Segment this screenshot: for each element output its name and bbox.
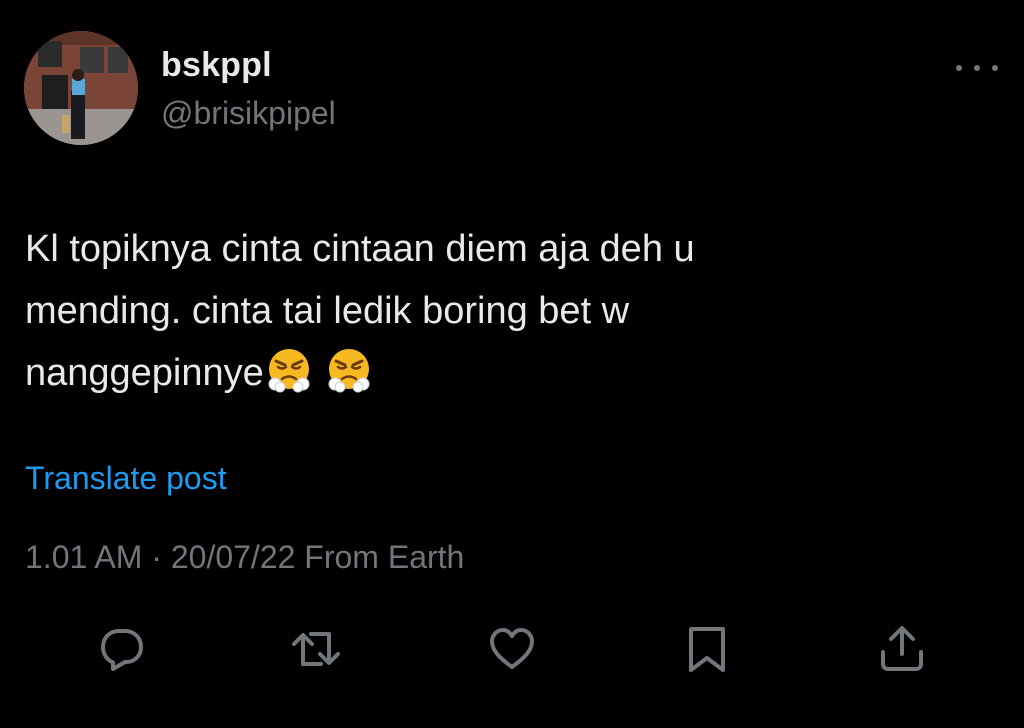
more-dot-icon — [974, 65, 980, 71]
bookmark-icon — [689, 627, 725, 672]
more-dot-icon — [992, 65, 998, 71]
post-text: Kl topiknya cinta cintaan diem aja deh u… — [25, 218, 985, 404]
author-display-name[interactable]: bskppl — [161, 46, 272, 85]
action-bar — [0, 624, 1024, 674]
meta-separator: · — [142, 539, 171, 575]
reply-icon — [101, 629, 143, 671]
post-source: From Earth — [295, 539, 465, 575]
translate-post-link[interactable]: Translate post — [25, 460, 227, 497]
more-options-button[interactable] — [956, 58, 998, 78]
share-button[interactable] — [877, 624, 927, 674]
author-handle[interactable]: @brisikpipel — [161, 95, 336, 132]
post-metadata: 1.01 AM · 20/07/22 From Earth — [25, 539, 464, 576]
share-icon — [881, 626, 923, 671]
avatar[interactable] — [24, 31, 138, 145]
post-text-line: mending. cinta tai ledik boring bet w — [25, 290, 630, 332]
bookmark-button[interactable] — [682, 624, 732, 674]
profile-photo-icon — [24, 31, 138, 145]
face-with-steam-from-nose-icon — [268, 349, 310, 393]
tweet-detail: bskppl @brisikpipel Kl topiknya cinta ci… — [0, 0, 1024, 728]
more-dot-icon — [956, 65, 962, 71]
post-text-line: nanggepinnye — [25, 352, 264, 394]
post-text-line: Kl topiknya cinta cintaan diem aja deh u — [25, 228, 695, 270]
post-date[interactable]: 20/07/22 — [171, 539, 296, 575]
reply-button[interactable] — [97, 624, 147, 674]
post-text-last-line: nanggepinnye — [25, 342, 985, 404]
heart-icon — [490, 628, 534, 669]
repost-button[interactable] — [291, 624, 341, 674]
face-with-steam-from-nose-icon — [328, 349, 370, 393]
post-time[interactable]: 1.01 AM — [25, 539, 142, 575]
like-button[interactable] — [487, 624, 537, 674]
repost-icon — [292, 632, 340, 666]
